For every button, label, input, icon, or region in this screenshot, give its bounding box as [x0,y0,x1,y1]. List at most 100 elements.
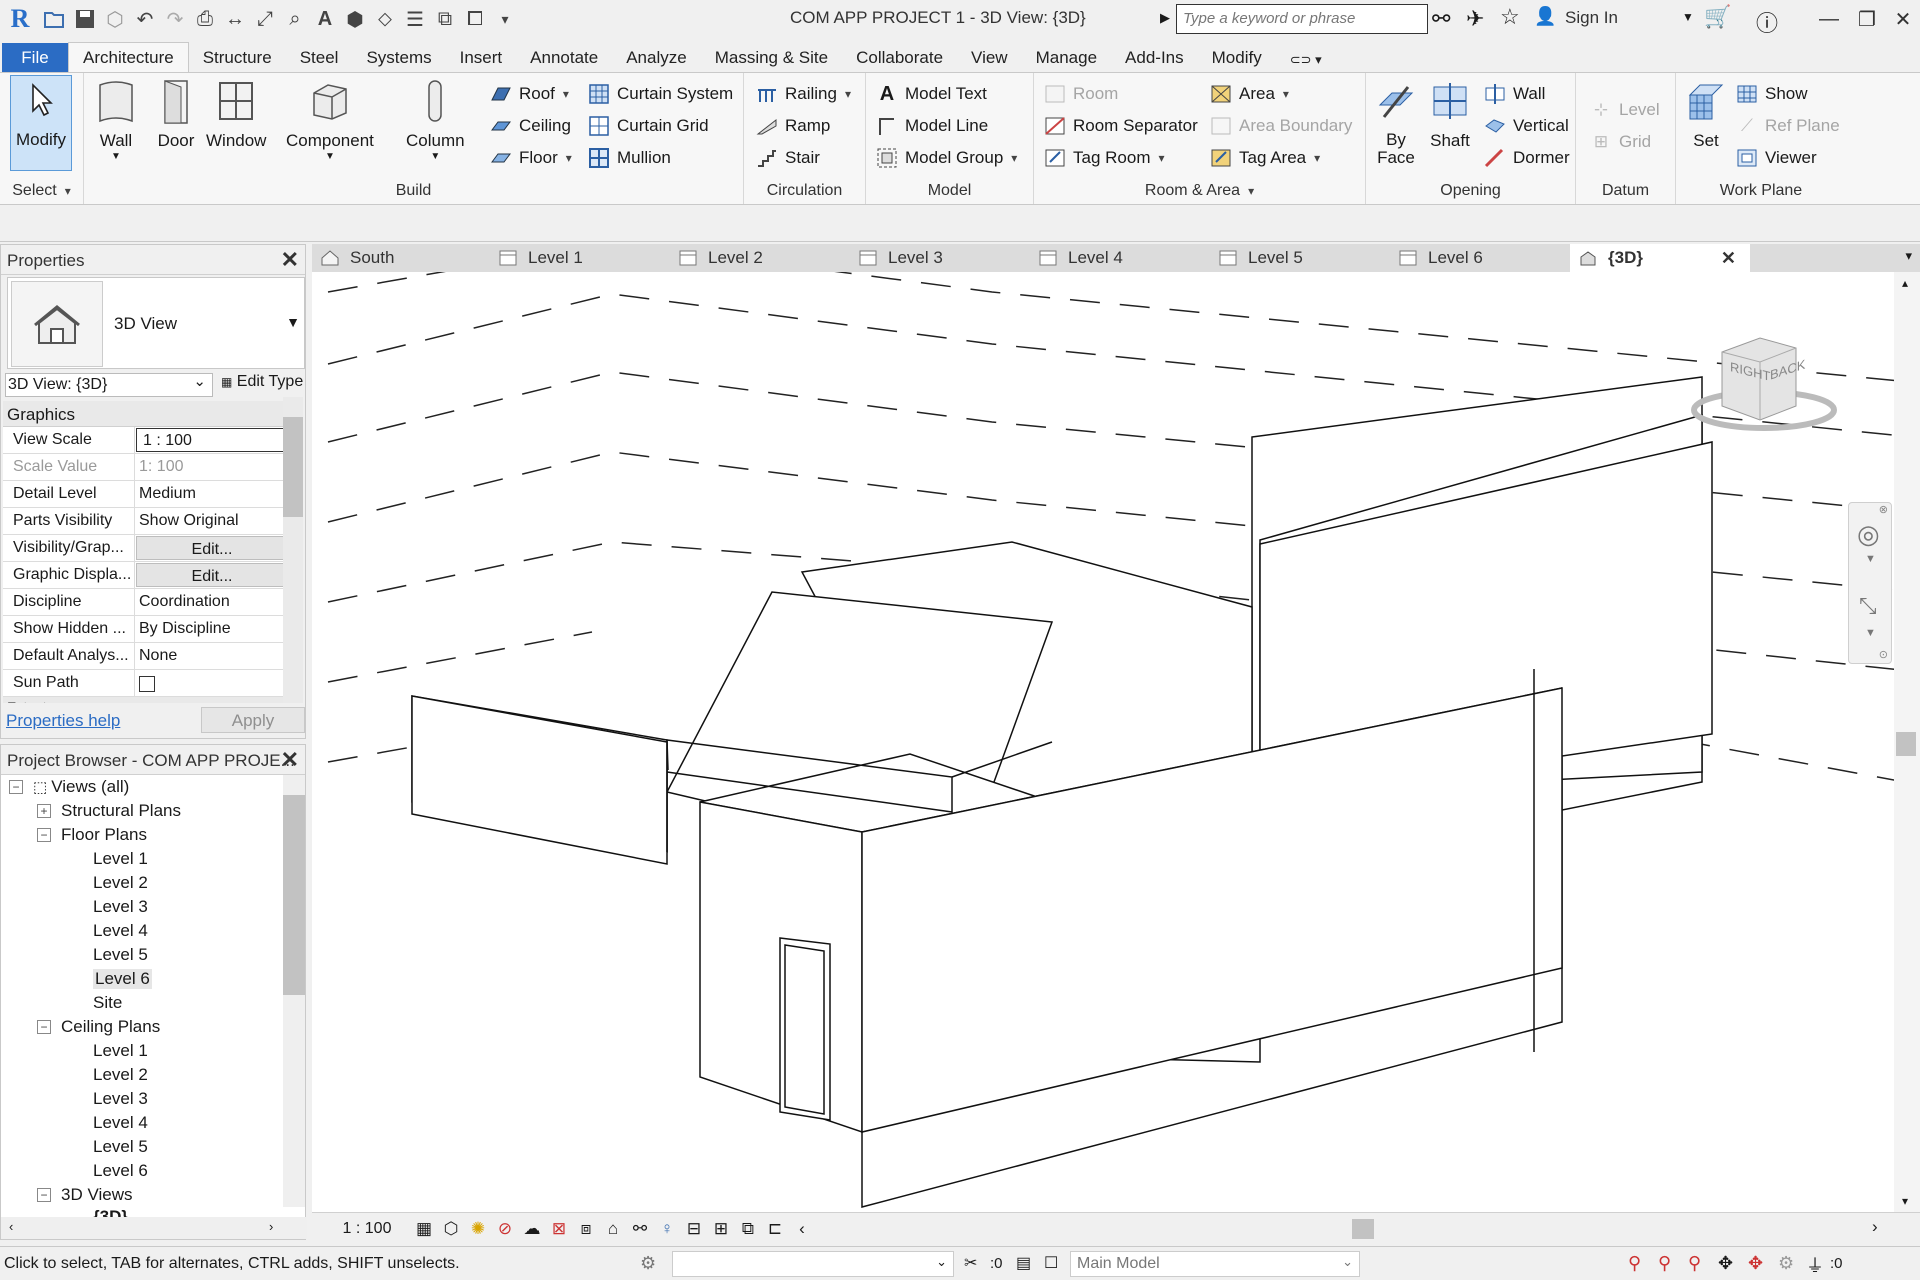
expand-icon[interactable]: + [37,804,51,818]
tab-list-dropdown-icon[interactable]: ▾ [1905,248,1912,264]
tab-collaborate[interactable]: Collaborate [842,43,957,72]
tab-steel[interactable]: Steel [286,43,353,72]
lock-view-icon[interactable]: ⌂ [601,1217,625,1241]
set-workplane-button[interactable]: Set [1684,77,1728,151]
tab-massing-site[interactable]: Massing & Site [701,43,842,72]
shadows-icon[interactable]: ⊘ [493,1217,517,1241]
temporary-hide-icon[interactable]: ⚯ [628,1217,652,1241]
tab-modify[interactable]: Modify [1198,43,1276,72]
user-icon[interactable]: 👤 [1534,6,1556,27]
tree-item-selected[interactable]: Level 6 [1,967,285,991]
tree-item[interactable]: Level 2 [1,871,285,895]
print-icon[interactable]: ⎙ [190,4,220,34]
roof-button[interactable]: Roof [490,81,569,107]
tree-item[interactable]: Level 4 [1,1111,285,1135]
room-separator-button[interactable]: Room Separator [1044,113,1198,139]
sun-path-icon[interactable]: ✺ [466,1217,490,1241]
tree-ceiling-plans[interactable]: − Ceiling Plans [1,1015,285,1039]
tab-analyze[interactable]: Analyze [612,43,700,72]
text-icon[interactable]: A [310,4,340,34]
section-icon[interactable]: ⬦ [370,4,400,34]
ref-plane-button[interactable]: ⟋ Ref Plane [1736,113,1840,139]
tree-item[interactable]: Level 2 [1,1063,285,1087]
view-tab-level-5[interactable]: Level 5 [1218,244,1388,272]
wall-button[interactable]: Wall ▼ [94,77,138,162]
curtain-grid-button[interactable]: Curtain Grid [588,113,709,139]
design-option-selector[interactable]: Main Model ⌄ [1070,1251,1360,1277]
dormer-button[interactable]: Dormer [1484,145,1570,171]
tab-add-ins[interactable]: Add-Ins [1111,43,1198,72]
tree-item[interactable]: Level 5 [1,943,285,967]
instance-selector[interactable]: 3D View: {3D} [5,372,213,397]
tree-item[interactable]: Level 1 [1,1039,285,1063]
scroll-up-icon[interactable]: ▴ [1902,276,1908,290]
viewcube[interactable]: RIGHT BACK [1682,328,1842,438]
apply-button[interactable]: Apply [201,707,305,733]
grid-button[interactable]: ⊞ Grid [1590,129,1651,155]
properties-close-icon[interactable]: ✕ [281,247,299,273]
cart-icon[interactable]: 🛒 [1704,4,1731,30]
tree-floor-plans[interactable]: − Floor Plans [1,823,285,847]
horizontal-scroll-thumb[interactable] [1352,1219,1374,1239]
model-text-button[interactable]: A Model Text [876,81,987,107]
wall-opening-button[interactable]: Wall [1484,81,1545,107]
tree-item[interactable]: Level 3 [1,1087,285,1111]
zoom-region-icon[interactable]: ⤡ [1859,593,1877,619]
drag-elements-icon[interactable]: ✥ [1748,1253,1763,1274]
model-line-button[interactable]: Model Line [876,113,988,139]
collapse-icon[interactable]: − [37,1020,51,1034]
tab-view[interactable]: View [957,43,1022,72]
tab-systems[interactable]: Systems [352,43,445,72]
view-scroll-right-icon[interactable]: › [1872,1217,1878,1237]
tree-item[interactable]: Level 1 [1,847,285,871]
column-button[interactable]: Column ▼ [406,77,465,162]
tab-structure[interactable]: Structure [189,43,286,72]
tag-icon[interactable]: ⌕ [280,4,310,34]
type-dropdown-icon[interactable]: ▼ [286,314,300,330]
parts-visibility-value[interactable]: Show Original [135,508,289,534]
view-scale-button[interactable]: 1 : 100 [322,1220,412,1238]
select-underlay-icon[interactable]: ⚲ [1658,1253,1671,1274]
undo-icon[interactable]: ↶ [130,4,160,34]
type-selector[interactable]: 3D View ▼ [7,277,305,369]
scroll-down-icon[interactable]: ▾ [1902,1194,1908,1208]
component-button[interactable]: Component ▼ [286,77,374,162]
scroll-right-icon[interactable]: › [269,1219,273,1234]
tree-item[interactable]: Level 4 [1,919,285,943]
ceiling-button[interactable]: Ceiling [490,113,571,139]
favorites-icon[interactable]: ☆ [1500,4,1520,30]
properties-help-link[interactable]: Properties help [6,711,120,731]
select-by-face-icon[interactable]: ✥ [1718,1253,1733,1274]
tab-file[interactable]: File [2,43,68,72]
room-area-panel-label[interactable]: Room & Area [1034,182,1365,200]
select-pinned-icon[interactable]: ⚲ [1688,1253,1701,1274]
workset-dropdown-icon[interactable]: ⌄ [936,1254,947,1270]
view-tab-level-2[interactable]: Level 2 [678,244,848,272]
show-workplane-button[interactable]: Show [1736,81,1808,107]
tree-item[interactable]: Level 3 [1,895,285,919]
floor-button[interactable]: Floor [490,145,572,171]
tab-manage[interactable]: Manage [1022,43,1111,72]
properties-scrollbar[interactable] [283,397,303,727]
view-tab-level-4[interactable]: Level 4 [1038,244,1208,272]
search-input[interactable]: Type a keyword or phrase [1176,4,1428,34]
room-button[interactable]: Room [1044,81,1118,107]
browser-vertical-scrollbar[interactable] [283,775,305,1207]
visual-style-icon[interactable]: ⬡ [439,1217,463,1241]
crop-view-icon[interactable]: ⊠ [547,1217,571,1241]
subscription-icon[interactable]: ✈ [1466,6,1484,32]
view-tab-level-6[interactable]: Level 6 [1398,244,1568,272]
steering-wheel-icon[interactable]: ◎ [1857,519,1880,550]
qat-customize-icon[interactable]: ▾ [490,4,520,34]
tree-views-all[interactable]: − ⬚ Views (all) [1,775,285,799]
tree-item[interactable]: Level 5 [1,1135,285,1159]
app-logo[interactable]: R [0,0,40,38]
show-crop-icon[interactable]: ⧈ [574,1217,598,1241]
reveal-hidden-icon[interactable]: ♀ [655,1217,679,1241]
zoom-dropdown-icon[interactable]: ▼ [1865,627,1876,639]
restore-button[interactable]: ❐ [1852,4,1882,34]
shaft-button[interactable]: Shaft [1428,77,1472,151]
scroll-left-icon[interactable]: ‹ [9,1219,13,1234]
open-icon[interactable] [40,4,70,34]
workset-selector[interactable]: ⌄ [672,1251,954,1277]
